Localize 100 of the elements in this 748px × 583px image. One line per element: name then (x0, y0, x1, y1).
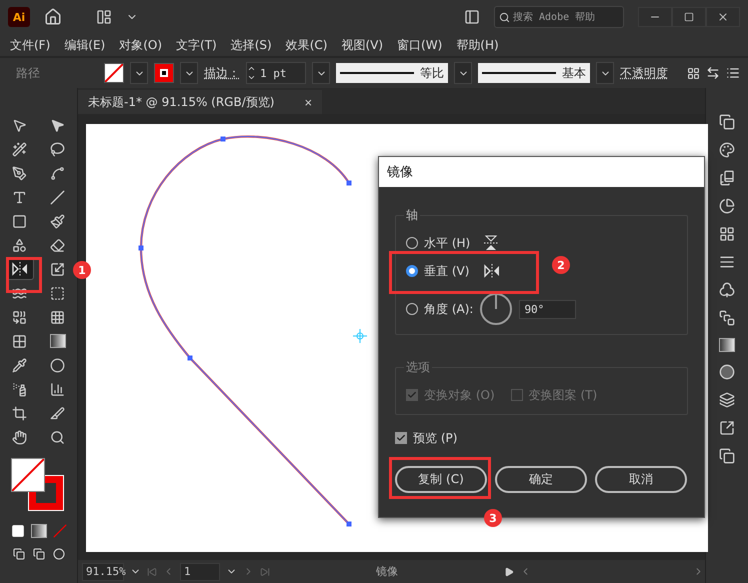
type-icon (12, 190, 27, 204)
gradient-icon[interactable] (30, 524, 46, 538)
stroke-swatch[interactable] (154, 63, 174, 83)
close-button[interactable] (706, 7, 740, 27)
line-icon (50, 190, 65, 204)
checkmark-icon (396, 433, 406, 443)
checkbox-label: 变换对象 (O) (424, 386, 495, 404)
artboard-field[interactable]: 1 (180, 562, 220, 580)
dialog-button[interactable]: 复制 (C) (395, 466, 487, 493)
menu-item[interactable]: 文件(F) (10, 36, 50, 54)
decrement-icon[interactable] (247, 73, 256, 82)
squares-icon[interactable] (719, 310, 735, 326)
checkbox[interactable] (395, 432, 407, 444)
list-icon[interactable] (726, 66, 740, 80)
dropdown-button[interactable] (312, 62, 330, 84)
dropdown-button[interactable] (596, 62, 614, 84)
panel-icon[interactable] (464, 9, 480, 25)
gradient-icon[interactable] (719, 338, 735, 352)
layers-icon[interactable] (719, 392, 735, 408)
zoom-icon (50, 430, 65, 444)
menu-item[interactable]: 效果(C) (286, 36, 328, 54)
circle-icon (50, 358, 65, 372)
copy-icon[interactable] (719, 448, 735, 464)
zoom-field[interactable]: 91.15% (82, 562, 124, 580)
palette-icon[interactable] (719, 142, 735, 158)
dropdown-button[interactable] (180, 62, 198, 84)
copy-icon[interactable] (719, 114, 735, 130)
paintbrush-icon (50, 214, 65, 228)
fill-swatch[interactable] (104, 63, 124, 83)
arrows-icon[interactable] (706, 66, 720, 80)
arrow-cursor-icon (50, 118, 65, 132)
color-icon[interactable] (10, 524, 24, 538)
dropdown-button[interactable] (130, 62, 148, 84)
curve-pen-icon (50, 166, 65, 180)
search-icon (499, 12, 510, 22)
radio-button[interactable] (406, 303, 418, 315)
menu-item[interactable]: 视图(V) (341, 36, 384, 54)
none-icon[interactable] (52, 524, 66, 538)
circle-icon[interactable] (719, 364, 735, 380)
brush-dropdown[interactable]: 基本 (478, 63, 590, 83)
step-badge: 3 (484, 509, 502, 527)
workspace-icon[interactable] (96, 9, 112, 25)
highlight-frame (6, 257, 42, 293)
free-transform-icon (50, 286, 65, 300)
menu-item[interactable]: 帮助(H) (456, 36, 499, 54)
profile-dropdown[interactable]: 等比 (336, 63, 448, 83)
menu-item[interactable]: 对象(O) (119, 36, 162, 54)
radio-button[interactable] (406, 265, 418, 277)
group-label: 轴 (404, 207, 420, 224)
draw-mode-icon[interactable] (32, 548, 44, 560)
stroke-label[interactable]: 描边： (204, 64, 240, 82)
grid-icon[interactable] (687, 66, 700, 80)
reflect-icon (10, 262, 28, 276)
draw-mode-icon[interactable] (52, 548, 64, 560)
play-icon[interactable] (504, 566, 514, 576)
crop-icon (12, 406, 27, 420)
radio-label: 角度 (A): (424, 300, 474, 318)
export-icon[interactable] (719, 420, 735, 436)
menu-item[interactable]: 选择(S) (230, 36, 272, 54)
maximize-icon (684, 12, 694, 22)
dialog-button[interactable]: 确定 (495, 466, 587, 493)
shapes-icon (12, 238, 27, 252)
status-text: 镜像 (375, 564, 399, 579)
dialog-button[interactable]: 取消 (595, 466, 687, 493)
document-tab[interactable]: 未标题-1* @ 91.15% (RGB/预览) × (78, 90, 322, 114)
knife-icon (50, 406, 65, 420)
draw-mode-icon[interactable] (12, 548, 24, 560)
grid-icon (50, 310, 65, 324)
opacity-label[interactable]: 不透明度 (620, 64, 668, 82)
checkmark-icon (407, 390, 417, 400)
search-field[interactable]: 搜索 Adobe 帮助 (494, 6, 624, 28)
rectangle-icon (12, 214, 27, 228)
shape-builder-icon (12, 310, 27, 324)
wave-icon (12, 286, 27, 300)
menu-item[interactable]: 编辑(E) (64, 36, 106, 54)
increment-icon[interactable] (247, 64, 256, 73)
eyedropper-icon (12, 358, 27, 372)
angle-field[interactable]: 90° (519, 300, 576, 318)
radio-button[interactable] (406, 237, 418, 249)
pen-icon (12, 166, 27, 180)
home-icon[interactable] (44, 8, 62, 26)
app-logo: Ai (8, 7, 30, 27)
lines-icon[interactable] (719, 254, 735, 270)
pie-icon[interactable] (719, 198, 735, 214)
club-icon[interactable] (719, 282, 735, 298)
menu-item[interactable]: 文字(T) (176, 36, 217, 54)
book-icon[interactable] (719, 170, 735, 186)
maximize-button[interactable] (672, 7, 706, 27)
radio-label: 垂直 (V) (424, 262, 470, 280)
spray-can-icon (12, 382, 27, 396)
dialog-title: 镜像 (379, 157, 704, 187)
menu-item[interactable]: 窗口(W) (397, 36, 442, 54)
stroke-weight-field[interactable]: 1 pt (246, 62, 306, 84)
close-icon (717, 11, 729, 23)
mesh-icon (12, 334, 27, 348)
grid-icon[interactable] (719, 226, 735, 242)
gradient-icon (50, 334, 66, 348)
close-tab-button[interactable]: × (304, 94, 312, 110)
checkbox-label: 预览 (P) (413, 430, 458, 446)
dropdown-button[interactable] (454, 62, 472, 84)
